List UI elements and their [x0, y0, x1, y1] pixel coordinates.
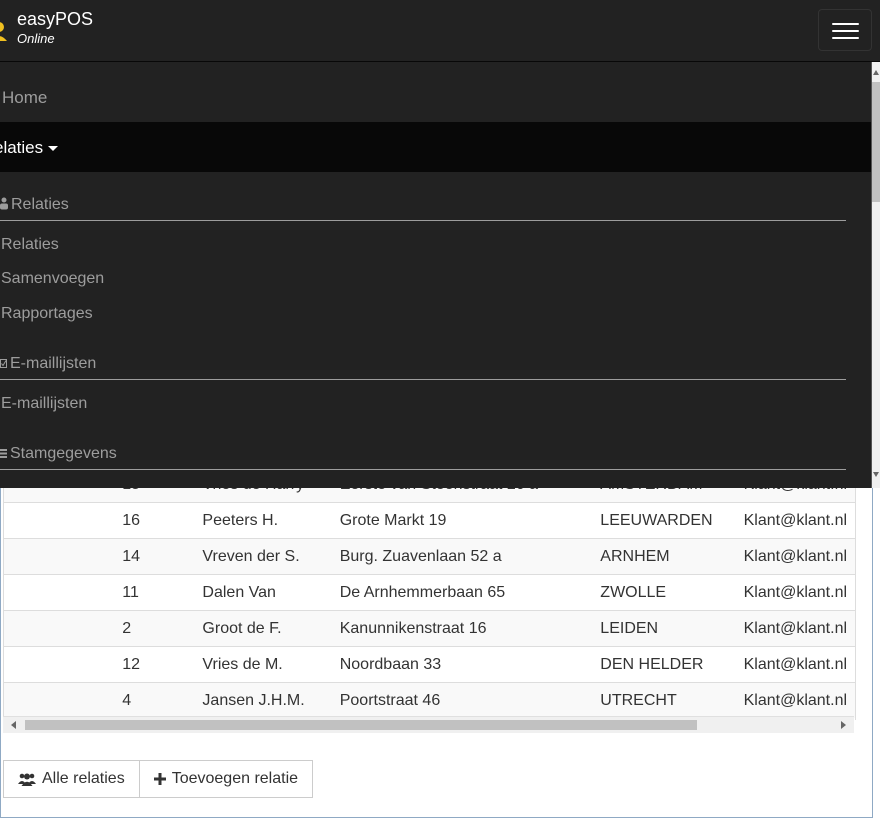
cell-address: Noordbaan 33	[339, 646, 601, 683]
checkbox-icon	[0, 359, 7, 368]
dropdown-divider	[0, 469, 846, 470]
dropdown-divider	[0, 220, 846, 221]
scroll-down-icon[interactable]	[873, 472, 879, 477]
dropdown-item-relaties[interactable]: Relaties	[1, 236, 59, 254]
cell-id: 15	[122, 488, 203, 503]
relations-table-container: 15Vries de HarryEerste van Steenstraat 2…	[3, 488, 856, 720]
cell-email: Klant@klant.nl	[743, 538, 855, 575]
cell-address: Burg. Zuavenlaan 52 a	[339, 538, 601, 575]
cell-name: Vries de M.	[202, 646, 340, 683]
table-row[interactable]: 11 Dalen Van De Arnhemmerbaan 65 ZWOLLE Klan…	[4, 574, 855, 611]
cell-name: Vreven der S.	[202, 538, 340, 575]
cell-name: Jansen J.H.M.	[202, 682, 340, 718]
cell-email: Klant@klant.nl	[743, 502, 855, 539]
cell-id: 2	[122, 610, 203, 647]
dropdown-item-emaillijsten[interactable]: E-maillijsten	[1, 395, 87, 413]
row-checkbox-cell	[4, 610, 123, 647]
cell-id: 14	[122, 538, 203, 575]
cell-city: DEN HELDER	[600, 646, 744, 683]
cell-id: 4	[122, 682, 203, 718]
cell-address: Kanunnikenstraat 16	[339, 610, 601, 647]
cell-address: Eerste van Steenstraat 20 a	[339, 488, 601, 503]
table-row[interactable]: 15Vries de HarryEerste van Steenstraat 2…	[4, 488, 855, 503]
scroll-left-icon[interactable]	[11, 721, 16, 729]
cell-id: 12	[122, 646, 203, 683]
cell-city: LEEUWARDEN	[600, 502, 744, 539]
dropdown-header-relaties: Relaties	[0, 196, 69, 214]
table-row[interactable]: 14 Vreven der S. Burg. Zuavenlaan 52 a ARNH…	[4, 538, 855, 575]
brand-subtitle: Online	[17, 31, 55, 46]
nav-item-label: elaties	[0, 138, 44, 157]
cell-email: Klant@klant.nl	[743, 646, 855, 683]
cell-id: 11	[122, 574, 203, 611]
cell-name: Peeters H.	[202, 502, 340, 539]
logo-icon	[0, 22, 7, 41]
page-scrollbar[interactable]	[872, 62, 880, 488]
row-checkbox-cell	[4, 502, 123, 539]
dropdown-header-emaillijsten: E-maillijsten	[0, 355, 96, 373]
cell-name: Groot de F.	[202, 610, 340, 647]
users-icon	[0, 197, 8, 210]
dropdown-item-samenvoegen[interactable]: Samenvoegen	[1, 270, 104, 288]
cell-email: Klant@klant.nl	[743, 488, 855, 503]
table-row[interactable]: 16 Peeters H. Grote Markt 19 LEEUWARDEN Klan…	[4, 502, 855, 539]
row-checkbox-cell	[4, 646, 123, 683]
table-horizontal-scrollbar[interactable]	[3, 716, 854, 733]
action-button-group: Alle relaties Toevoegen relatie	[3, 760, 314, 798]
cell-city: ARNHEM	[600, 538, 744, 575]
navbar: easyPOS Online	[0, 0, 880, 62]
table-row[interactable]: 4 Jansen J.H.M. Poortstraat 46 UTRECHT Klant…	[4, 682, 855, 718]
users-icon	[18, 772, 36, 786]
nav-item-relaties-dropdown[interactable]: elaties	[0, 122, 871, 172]
brand-name[interactable]: easyPOS	[17, 9, 93, 30]
row-checkbox-cell	[4, 488, 123, 503]
menu-toggle-button[interactable]	[818, 9, 872, 51]
nav-menu: Home elaties Relaties Relaties Samenvoeg…	[0, 62, 872, 488]
cell-address: Poortstraat 46	[339, 682, 601, 718]
cell-email: Klant@klant.nl	[743, 610, 855, 647]
all-relations-button[interactable]: Alle relaties	[3, 760, 140, 798]
hamburger-bar	[832, 37, 859, 39]
cell-name: Vries de Harry	[202, 488, 340, 503]
cell-email: Klant@klant.nl	[743, 574, 855, 611]
table-row[interactable]: 2 Groot de F. Kanunnikenstraat 16 LEIDEN Kla…	[4, 610, 855, 647]
caret-down-icon	[48, 146, 58, 151]
cell-city: AMSTERDAM	[600, 488, 744, 503]
cell-id: 16	[122, 502, 203, 539]
cell-address: De Arnhemmerbaan 65	[339, 574, 601, 611]
scrollbar-thumb[interactable]	[872, 82, 880, 202]
scrollbar-thumb[interactable]	[25, 720, 697, 730]
cell-email: Klant@klant.nl	[743, 682, 855, 718]
add-relation-button[interactable]: Toevoegen relatie	[139, 760, 314, 798]
table-row[interactable]: 12 Vries de M. Noordbaan 33 DEN HELDER Klant…	[4, 646, 855, 683]
dropdown-divider	[0, 379, 846, 380]
cell-city: LEIDEN	[600, 610, 744, 647]
cell-city: ZWOLLE	[600, 574, 744, 611]
hamburger-bar	[832, 30, 859, 32]
dropdown-item-rapportages[interactable]: Rapportages	[1, 305, 93, 323]
relations-panel: 15Vries de HarryEerste van Steenstraat 2…	[0, 488, 873, 818]
plus-icon	[153, 773, 166, 785]
row-checkbox-cell	[4, 538, 123, 575]
row-checkbox-cell	[4, 574, 123, 611]
row-checkbox-cell	[4, 682, 123, 718]
cell-name: Dalen Van	[202, 574, 340, 611]
nav-item-home[interactable]: Home	[2, 88, 47, 108]
dropdown-header-stamgegevens: Stamgegevens	[0, 445, 117, 463]
cell-address: Grote Markt 19	[339, 502, 601, 539]
scroll-up-icon[interactable]	[873, 70, 879, 75]
scroll-right-icon[interactable]	[841, 721, 846, 729]
cell-city: UTRECHT	[600, 682, 744, 718]
list-icon	[0, 449, 7, 458]
relations-table: 15Vries de HarryEerste van Steenstraat 2…	[4, 488, 855, 718]
hamburger-bar	[832, 23, 859, 25]
